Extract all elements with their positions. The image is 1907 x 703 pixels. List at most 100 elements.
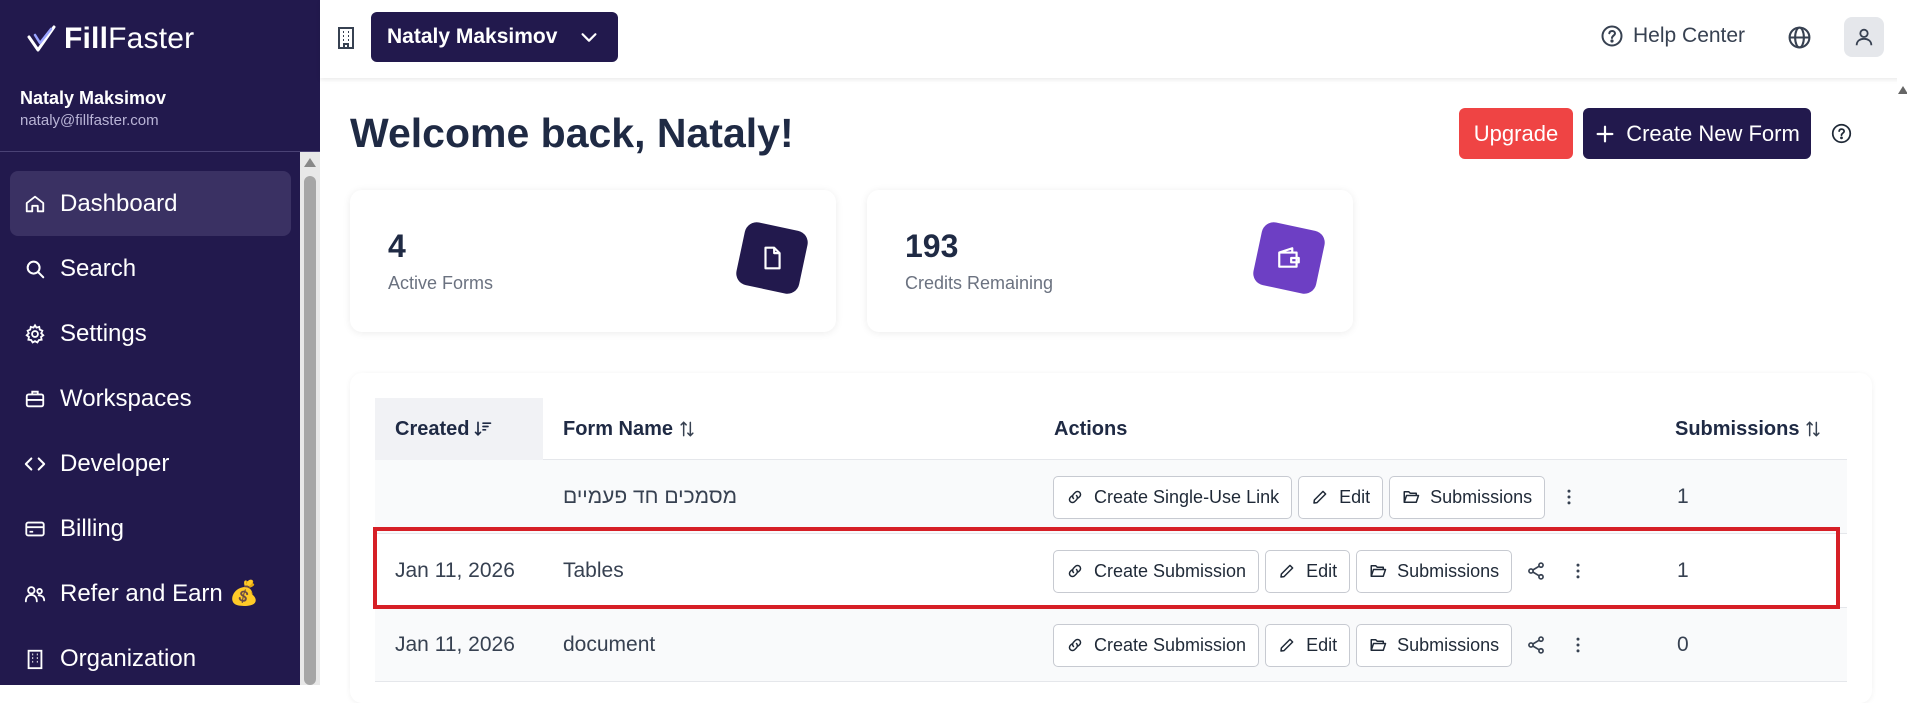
stat-card-active-forms: 4 Active Forms [350,190,836,332]
upgrade-button[interactable]: Upgrade [1459,108,1573,159]
sidebar-item-organization[interactable]: Organization [10,626,291,691]
account-selector[interactable]: Nataly Maksimov [371,12,618,62]
folder-open-icon [1370,639,1387,651]
cell-created: Jan 11, 2026 [395,559,515,582]
briefcase-icon [25,390,45,407]
create-new-form-label: Create New Form [1626,120,1800,146]
cell-form-name[interactable]: document [563,608,655,682]
user-icon [1855,28,1873,46]
column-header-submissions[interactable]: Submissions [1675,398,1823,460]
sidebar-item-label: Dashboard [60,189,178,217]
building-icon [338,27,354,49]
link-icon [1068,564,1082,578]
more-options-button[interactable] [1560,624,1596,667]
sidebar-item-search[interactable]: Search [10,236,291,301]
stat-value: 4 [388,228,406,264]
help-circle-icon [1601,25,1623,47]
row-actions: Create Single-Use Link Edit Submissions [1053,460,1587,534]
share-button[interactable] [1518,624,1554,667]
cell-form-name[interactable]: Tables [563,534,624,608]
brand-name: FillFaster [64,22,195,55]
chevron-down-icon [581,33,597,42]
handshake-icon [24,585,46,602]
submissions-button[interactable]: Submissions [1389,475,1546,519]
stat-icon-badge [1251,220,1327,296]
create-single-use-link-button[interactable]: Create Single-Use Link [1053,475,1293,519]
share-button[interactable] [1518,550,1554,593]
sort-descending-icon [475,421,492,437]
sidebar-item-label: Workspaces [60,384,192,412]
help-center-link[interactable]: Help Center [1600,24,1745,48]
create-new-form-button[interactable]: Create New Form [1583,108,1811,159]
sidebar-item-refer-and-earn[interactable]: Refer and Earn 💰 [10,561,291,626]
table-row: מסמכים חד פעמיים Create Single-Use Link … [375,460,1847,534]
sidebar-user-name: Nataly Maksimov [20,88,167,108]
user-avatar-button[interactable] [1844,17,1884,57]
building-icon [27,649,43,669]
link-icon [1068,490,1082,504]
sidebar-item-billing[interactable]: Billing [10,496,291,561]
credit-card-icon [25,521,45,536]
page-scrollbar[interactable] [1897,78,1907,685]
top-bar: Nataly Maksimov Help Center [320,0,1907,78]
help-center-label: Help Center [1633,24,1746,47]
stat-value: 193 [905,228,959,264]
create-submission-button[interactable]: Create Submission [1053,623,1260,667]
edit-button[interactable]: Edit [1265,549,1351,593]
brand-logo[interactable]: FillFaster [26,22,194,56]
edit-button[interactable]: Edit [1265,623,1351,667]
folder-open-icon [1370,565,1387,577]
sort-icon [680,421,694,437]
sidebar-nav: Dashboard Search Settings Workspaces Dev… [10,171,291,691]
column-header-form-name[interactable]: Form Name [563,398,697,460]
plus-icon [1596,125,1614,142]
file-icon [764,246,781,270]
sidebar-item-settings[interactable]: Settings [10,301,291,366]
submissions-button[interactable]: Submissions [1356,623,1513,667]
sidebar-item-dashboard[interactable]: Dashboard [10,171,291,236]
cell-submissions: 1 [1677,559,1689,582]
sidebar-item-label: Developer [60,449,170,477]
more-vertical-icon [1576,637,1580,653]
more-options-button[interactable] [1551,476,1587,519]
more-options-button[interactable] [1560,550,1596,593]
row-actions: Create Submission Edit Submissions [1053,608,1596,682]
scroll-up-arrow-icon[interactable] [304,158,316,167]
share-icon [1528,562,1545,580]
table-row: Jan 11, 2026 Tables Create Submission Ed… [375,534,1847,608]
table-header: Created Form Name Actions Submissions [375,398,1847,460]
sidebar-item-label: Search [60,254,137,282]
sort-icon [1806,421,1821,437]
cell-submissions: 0 [1677,633,1689,656]
sidebar-item-workspaces[interactable]: Workspaces [10,366,291,431]
globe-icon[interactable] [1787,25,1812,50]
sidebar-item-label: Billing [60,514,125,542]
page-title: Welcome back, Nataly! [350,110,794,156]
help-icon[interactable] [1831,123,1852,144]
submissions-button[interactable]: Submissions [1356,549,1513,593]
cell-form-name[interactable]: מסמכים חד פעמיים [563,460,737,534]
sidebar-scrollbar[interactable] [300,152,320,685]
stat-label: Active Forms [388,273,494,293]
column-header-created[interactable]: Created [375,398,543,460]
sidebar-item-label: Refer and Earn 💰 [60,580,260,607]
pencil-icon [1280,564,1294,578]
stat-card-credits-remaining: 193 Credits Remaining [867,190,1353,332]
sidebar-item-label: Settings [60,319,147,347]
cell-submissions: 1 [1677,485,1689,508]
logo-check-icon [27,25,56,52]
edit-button[interactable]: Edit [1298,475,1384,519]
more-vertical-icon [1567,489,1571,505]
sidebar-item-developer[interactable]: Developer [10,431,291,496]
sidebar: FillFaster Nataly Maksimov nataly@fillfa… [0,0,320,685]
account-selector-label: Nataly Maksimov [387,25,558,48]
sidebar-item-label: Organization [60,644,197,672]
gear-icon [25,323,45,344]
create-submission-button[interactable]: Create Submission [1053,549,1260,593]
column-header-actions: Actions [1054,417,1128,440]
stat-icon-badge [734,220,810,296]
scrollbar-thumb[interactable] [304,176,316,685]
folder-open-icon [1403,491,1420,503]
scroll-up-arrow-icon[interactable] [1898,86,1907,94]
share-icon [1528,636,1545,654]
